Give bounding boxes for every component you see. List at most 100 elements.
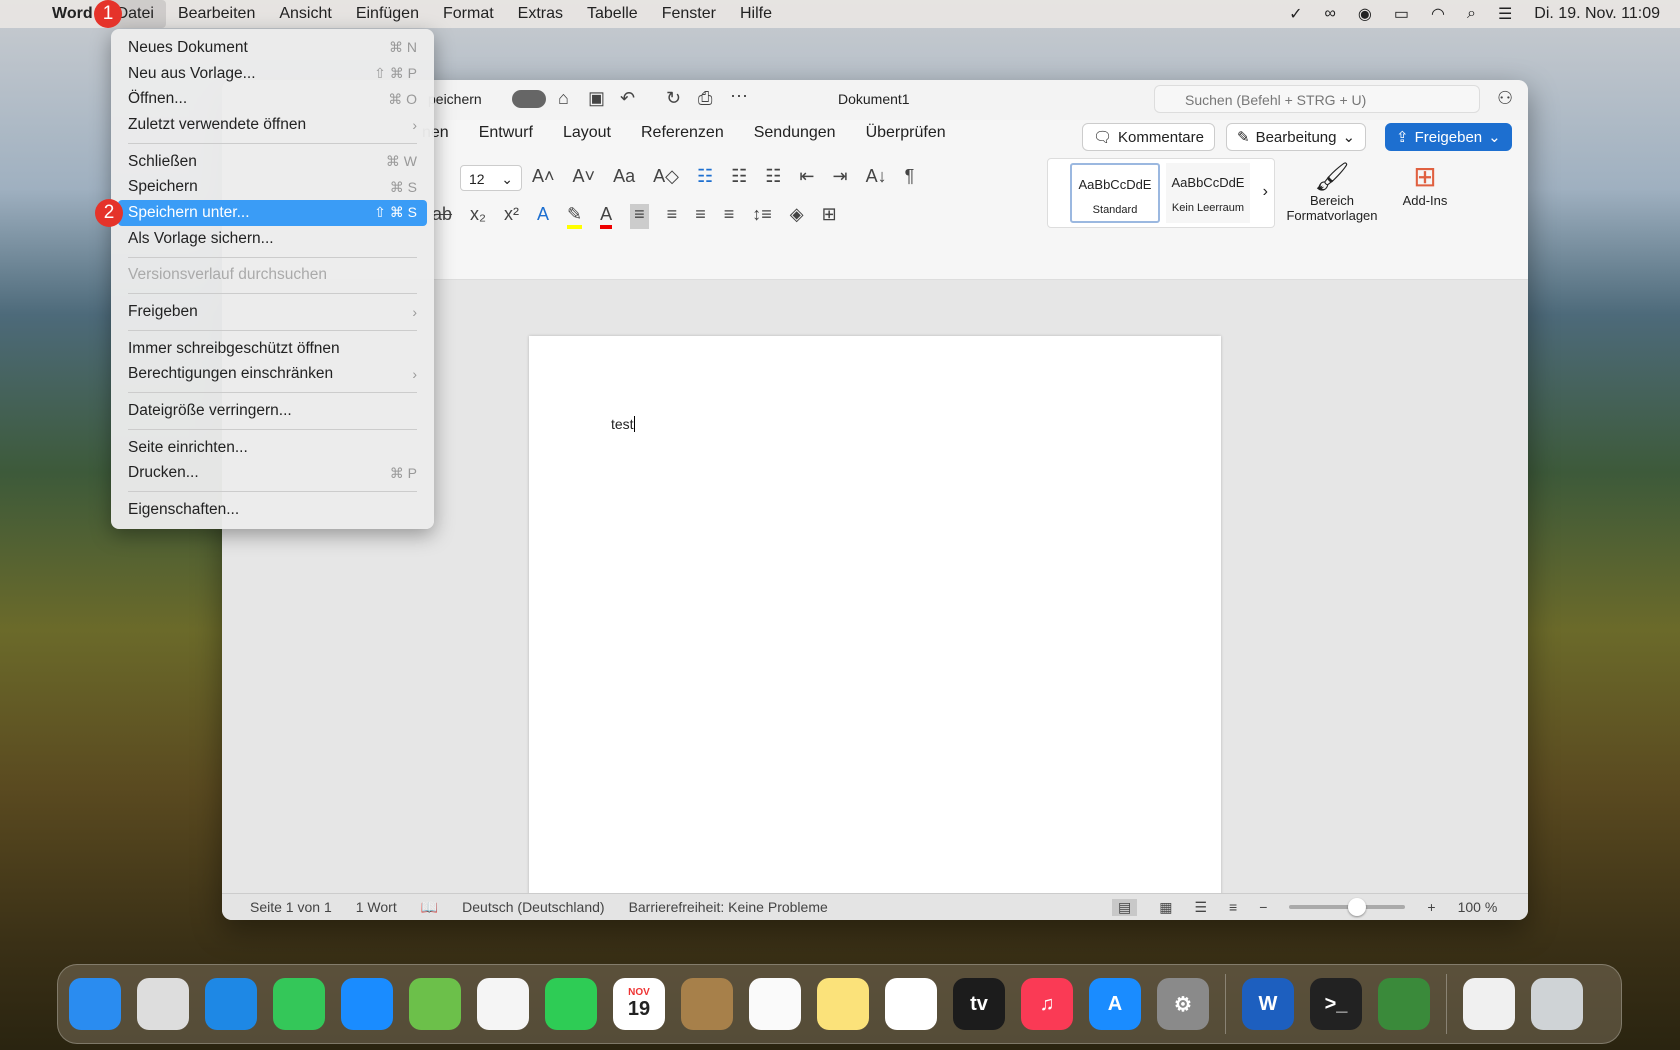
menu-fenster[interactable]: Fenster: [650, 0, 728, 28]
battery-icon[interactable]: ▭: [1394, 4, 1409, 24]
creative-cloud-icon[interactable]: ∞: [1325, 5, 1336, 23]
shrink-font-icon[interactable]: A˅: [573, 166, 596, 187]
dock-nachrichten[interactable]: [273, 978, 325, 1030]
menu-item[interactable]: Speichern ⌘ S: [118, 174, 427, 200]
home-icon[interactable]: ⌂: [558, 88, 569, 109]
dock-word[interactable]: W: [1242, 978, 1294, 1030]
user-icon[interactable]: ◉: [1358, 4, 1372, 24]
dock-tv[interactable]: tv: [953, 978, 1005, 1030]
tab-3[interactable]: Referenzen: [641, 124, 724, 142]
justify-icon[interactable]: ≡: [724, 204, 735, 229]
collaborate-icon[interactable]: ⚇: [1497, 88, 1513, 109]
save-icon[interactable]: ▣: [588, 88, 605, 109]
font-color-icon[interactable]: A: [600, 204, 613, 229]
word-count[interactable]: 1 Wort: [356, 899, 397, 915]
align-center-icon[interactable]: ≡: [667, 204, 678, 229]
menu-bearbeiten[interactable]: Bearbeiten: [166, 0, 267, 28]
style-standard[interactable]: AaBbCcDdE Standard: [1070, 163, 1160, 223]
line-spacing-icon[interactable]: ↕≡: [752, 204, 772, 229]
autosave-toggle[interactable]: [512, 90, 546, 108]
addins-button[interactable]: ⊞ Add-Ins: [1390, 160, 1460, 208]
zoom-in-icon[interactable]: +: [1427, 899, 1435, 915]
superscript-icon[interactable]: x²: [504, 204, 519, 229]
document-page[interactable]: test: [529, 336, 1221, 916]
grow-font-icon[interactable]: A˄: [532, 166, 555, 187]
strikethrough-icon[interactable]: ab: [432, 204, 452, 229]
highlight-icon[interactable]: ✎: [567, 204, 583, 229]
dock-notizen[interactable]: [817, 978, 869, 1030]
dock-dokument[interactable]: [1463, 978, 1515, 1030]
multilevel-icon[interactable]: ☷: [765, 166, 781, 187]
dock-safari[interactable]: [205, 978, 257, 1030]
dock-freeform[interactable]: [885, 978, 937, 1030]
align-left-icon[interactable]: ≡: [630, 204, 649, 229]
dock-karten[interactable]: [409, 978, 461, 1030]
shading-icon[interactable]: ◈: [790, 204, 804, 229]
change-case-icon[interactable]: Aa: [613, 166, 635, 187]
web-layout-icon[interactable]: ▦: [1159, 899, 1172, 916]
menu-item[interactable]: Eigenschaften...: [118, 497, 427, 523]
wifi-icon[interactable]: ◠: [1431, 4, 1445, 24]
search-icon[interactable]: ⌕: [1467, 5, 1476, 23]
menu-item[interactable]: Dateigröße verringern...: [118, 398, 427, 424]
dock-musik[interactable]: ♫: [1021, 978, 1073, 1030]
menu-item[interactable]: Seite einrichten...: [118, 435, 427, 461]
more-icon[interactable]: ⋯: [730, 86, 748, 107]
menu-item[interactable]: Neu aus Vorlage... ⇧ ⌘ P: [118, 61, 427, 87]
print-layout-icon[interactable]: ▤: [1112, 898, 1138, 916]
menu-item[interactable]: Drucken... ⌘ P: [118, 461, 427, 487]
control-center-icon[interactable]: ☰: [1498, 4, 1512, 24]
dock-fotos[interactable]: [477, 978, 529, 1030]
outline-icon[interactable]: ☰: [1194, 899, 1207, 916]
menu-item[interactable]: Als Vorlage sichern...: [118, 226, 427, 252]
menu-item[interactable]: Schließen ⌘ W: [118, 149, 427, 175]
document-text[interactable]: test: [611, 416, 635, 432]
tab-5[interactable]: Überprüfen: [866, 124, 946, 142]
menu-item[interactable]: Öffnen... ⌘ O: [118, 86, 427, 112]
menu-extras[interactable]: Extras: [506, 0, 575, 28]
comments-button[interactable]: 🗨 Kommentare: [1082, 123, 1215, 151]
print-icon[interactable]: ⎙: [698, 88, 712, 109]
zoom-slider-knob[interactable]: [1348, 898, 1367, 916]
bullets-icon[interactable]: ☷: [697, 166, 713, 187]
chevron-right-icon[interactable]: ›: [1263, 183, 1268, 201]
dock-mail[interactable]: [341, 978, 393, 1030]
dock-app-store[interactable]: A: [1089, 978, 1141, 1030]
numbering-icon[interactable]: ☷: [731, 166, 747, 187]
menu-tabelle[interactable]: Tabelle: [575, 0, 650, 28]
proofing-icon[interactable]: 📖: [421, 899, 438, 916]
language[interactable]: Deutsch (Deutschland): [462, 899, 604, 915]
sort-icon[interactable]: A↓: [866, 166, 887, 187]
tab-4[interactable]: Sendungen: [754, 124, 836, 142]
menu-item[interactable]: Neues Dokument ⌘ N: [118, 35, 427, 61]
dock-kalender[interactable]: NOV 19: [613, 978, 665, 1030]
clear-format-icon[interactable]: A◇: [653, 166, 679, 187]
tab-2[interactable]: Layout: [563, 124, 611, 142]
menu-hilfe[interactable]: Hilfe: [728, 0, 784, 28]
dock-finder[interactable]: [69, 978, 121, 1030]
menu-einfügen[interactable]: Einfügen: [344, 0, 431, 28]
menu-item[interactable]: Berechtigungen einschränken ›: [118, 362, 427, 388]
undo-icon[interactable]: ↶: [620, 88, 635, 109]
menu-item[interactable]: Speichern unter... ⇧ ⌘ S: [118, 200, 427, 226]
clock[interactable]: Di. 19. Nov. 11:09: [1534, 5, 1660, 23]
decrease-indent-icon[interactable]: ⇤: [799, 166, 814, 187]
dock-keepass[interactable]: [1378, 978, 1430, 1030]
share-button[interactable]: ⇪ Freigeben ⌄: [1385, 123, 1512, 151]
styles-pane-button[interactable]: 🖌 Bereich Formatvorlagen: [1282, 160, 1382, 223]
menu-item[interactable]: Immer schreibgeschützt öffnen: [118, 336, 427, 362]
checkmark-icon[interactable]: ✓: [1289, 4, 1302, 24]
menu-item[interactable]: Zuletzt verwendete öffnen ›: [118, 112, 427, 138]
menu-format[interactable]: Format: [431, 0, 506, 28]
dock-papierkorb[interactable]: [1531, 978, 1583, 1030]
redo-icon[interactable]: ↻: [666, 88, 681, 109]
font-size-select[interactable]: 12 ⌄: [460, 165, 522, 191]
dock-kontakte[interactable]: [681, 978, 733, 1030]
align-right-icon[interactable]: ≡: [695, 204, 706, 229]
editing-button[interactable]: ✎ Bearbeitung ⌄: [1226, 123, 1367, 151]
text-effects-icon[interactable]: A: [537, 204, 549, 229]
zoom-level[interactable]: 100 %: [1458, 899, 1498, 915]
tab-1[interactable]: Entwurf: [479, 124, 533, 142]
dock-terminal[interactable]: >_: [1310, 978, 1362, 1030]
page-count[interactable]: Seite 1 von 1: [250, 899, 332, 915]
